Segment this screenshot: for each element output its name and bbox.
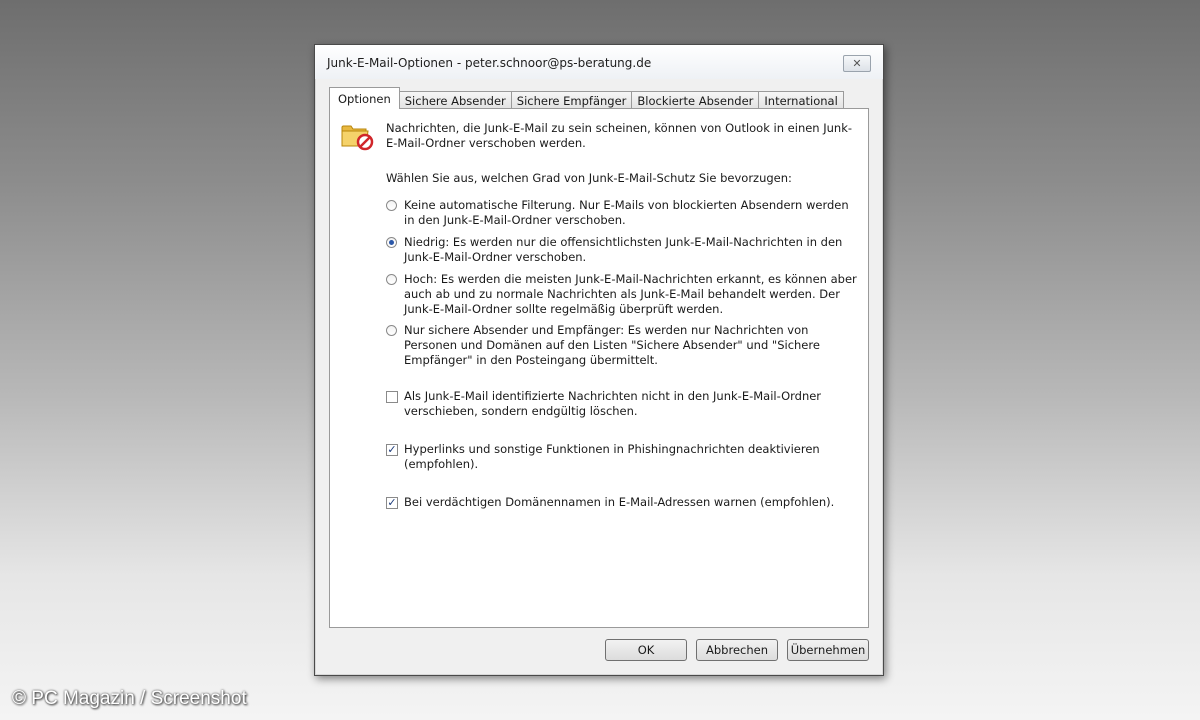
checkbox-label: Hyperlinks und sonstige Funktionen in Ph… [404, 442, 820, 471]
checkbox[interactable] [386, 391, 398, 403]
checkbox[interactable]: ✓ [386, 497, 398, 509]
radio-option-niedrig[interactable]: Niedrig: Es werden nur die offensichtlic… [386, 235, 858, 265]
radio-button[interactable] [386, 200, 397, 211]
close-icon: ✕ [852, 57, 862, 70]
radio-button[interactable] [386, 237, 397, 248]
radio-option-nur-sichere[interactable]: Nur sichere Absender und Empfänger: Es w… [386, 323, 858, 368]
radio-button[interactable] [386, 325, 397, 336]
tab-strip: Optionen Sichere Absender Sichere Empfän… [329, 87, 844, 109]
cancel-button[interactable]: Abbrechen [696, 639, 778, 661]
tab-blockierte-absender[interactable]: Blockierte Absender [631, 91, 760, 109]
watermark-credit: © PC Magazin / Screenshot [12, 688, 247, 709]
junk-folder-icon [341, 125, 374, 151]
radio-label: Keine automatische Filterung. Nur E-Mail… [404, 198, 849, 227]
checkbox-option-domain-warning[interactable]: ✓ Bei verdächtigen Domänennamen in E-Mai… [386, 495, 858, 510]
intro-text: Nachrichten, die Junk-E-Mail zu sein sch… [386, 121, 853, 150]
radio-label: Niedrig: Es werden nur die offensichtlic… [404, 235, 843, 264]
junk-email-options-dialog: Junk-E-Mail-Optionen - peter.schnoor@ps-… [314, 44, 884, 676]
radio-option-hoch[interactable]: Hoch: Es werden die meisten Junk-E-Mail-… [386, 272, 858, 317]
radio-option-keine[interactable]: Keine automatische Filterung. Nur E-Mail… [386, 198, 858, 228]
window-title: Junk-E-Mail-Optionen - peter.schnoor@ps-… [327, 56, 652, 70]
checkbox-option-phishing[interactable]: ✓ Hyperlinks und sonstige Funktionen in … [386, 442, 858, 472]
ok-button[interactable]: OK [605, 639, 687, 661]
radio-button[interactable] [386, 274, 397, 285]
checkbox-label: Bei verdächtigen Domänennamen in E-Mail-… [404, 495, 835, 509]
tab-sichere-empfaenger[interactable]: Sichere Empfänger [510, 91, 633, 109]
close-button[interactable]: ✕ [843, 55, 871, 72]
radio-label: Nur sichere Absender und Empfänger: Es w… [404, 323, 820, 367]
apply-button[interactable]: Übernehmen [787, 639, 869, 661]
options-panel: Nachrichten, die Junk-E-Mail zu sein sch… [329, 108, 869, 628]
checkbox-label: Als Junk-E-Mail identifizierte Nachricht… [404, 389, 822, 418]
checkbox[interactable]: ✓ [386, 444, 398, 456]
tab-international[interactable]: International [758, 91, 844, 109]
tab-optionen[interactable]: Optionen [329, 87, 400, 109]
radio-label: Hoch: Es werden die meisten Junk-E-Mail-… [404, 272, 857, 316]
tab-sichere-absender[interactable]: Sichere Absender [398, 91, 512, 109]
title-bar[interactable]: Junk-E-Mail-Optionen - peter.schnoor@ps-… [315, 45, 883, 79]
checkbox-option-delete[interactable]: Als Junk-E-Mail identifizierte Nachricht… [386, 389, 858, 419]
protection-level-prompt: Wählen Sie aus, welchen Grad von Junk-E-… [386, 171, 792, 185]
